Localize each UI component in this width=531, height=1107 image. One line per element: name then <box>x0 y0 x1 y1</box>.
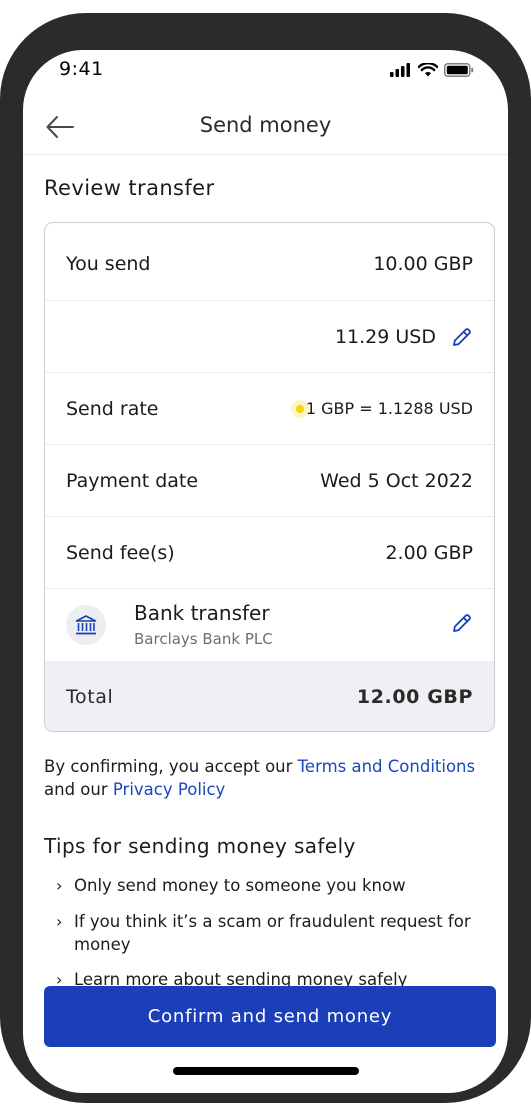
terms-link[interactable]: Terms and Conditions <box>298 757 475 776</box>
chevron-right-icon: › <box>56 970 63 986</box>
tips-title: Tips for sending money safely <box>44 834 356 858</box>
header-divider <box>23 154 508 155</box>
bank-icon <box>75 615 97 635</box>
phone-frame: 9:41 Send money Review transfer You send… <box>0 13 531 1103</box>
edit-pencil-icon[interactable] <box>450 325 474 349</box>
chevron-right-icon: › <box>56 876 63 895</box>
home-indicator <box>173 1067 359 1075</box>
signal-icon <box>390 63 410 77</box>
total-label: Total <box>66 686 114 708</box>
tip-item[interactable]: › Learn more about sending money safely <box>56 968 486 986</box>
page-title: Send money <box>199 113 332 137</box>
consent-prefix: By confirming, you accept our <box>44 757 298 776</box>
you-send-value: 10.00 GBP <box>373 253 473 275</box>
consent-middle: and our <box>44 780 113 799</box>
status-icons <box>390 63 474 77</box>
tip-text: If you think it’s a scam or fraudulent r… <box>74 912 471 954</box>
you-send-label: You send <box>66 253 151 275</box>
send-rate-label: Send rate <box>66 398 159 420</box>
tip-item[interactable]: › Only send money to someone you know <box>56 874 486 897</box>
wifi-icon <box>418 63 438 77</box>
battery-icon <box>444 63 474 77</box>
total-row: Total 12.00 GBP <box>45 661 494 731</box>
send-fee-row: Send fee(s) 2.00 GBP <box>45 517 494 589</box>
bank-name: Barclays Bank PLC <box>134 630 273 648</box>
send-rate-value: 1 GBP = 1.1288 USD <box>305 399 473 418</box>
tip-item[interactable]: › If you think it’s a scam or fraudulent… <box>56 910 486 956</box>
section-title: Review transfer <box>44 176 215 200</box>
recipient-gets-value: 11.29 USD <box>334 326 436 348</box>
privacy-link[interactable]: Privacy Policy <box>113 780 225 799</box>
confirm-send-button[interactable]: Confirm and send money <box>44 986 496 1047</box>
payment-date-value: Wed 5 Oct 2022 <box>320 470 473 492</box>
phone-screen: 9:41 Send money Review transfer You send… <box>23 50 508 1093</box>
recipient-gets-row[interactable]: 11.29 USD <box>45 301 494 373</box>
bank-icon-container <box>66 605 106 645</box>
tip-text: Learn more about sending money safely <box>74 970 408 986</box>
total-value: 12.00 GBP <box>356 686 473 708</box>
edit-pencil-icon[interactable] <box>450 611 474 635</box>
review-card: You send 10.00 GBP 11.29 USD Send rate 1… <box>44 222 495 732</box>
status-time: 9:41 <box>59 58 104 80</box>
you-send-row: You send 10.00 GBP <box>45 223 494 301</box>
chevron-right-icon: › <box>56 912 63 931</box>
send-fee-value: 2.00 GBP <box>385 542 473 564</box>
payment-date-row: Payment date Wed 5 Oct 2022 <box>45 445 494 517</box>
payment-method-name: Bank transfer <box>134 601 270 625</box>
tip-text: Only send money to someone you know <box>74 876 406 895</box>
rate-live-indicator <box>296 405 304 413</box>
payment-method-row[interactable]: Bank transfer Barclays Bank PLC <box>45 589 494 661</box>
send-rate-row: Send rate 1 GBP = 1.1288 USD <box>45 373 494 445</box>
send-fee-label: Send fee(s) <box>66 542 175 564</box>
consent-text: By confirming, you accept our Terms and … <box>44 755 494 801</box>
payment-date-label: Payment date <box>66 470 199 492</box>
